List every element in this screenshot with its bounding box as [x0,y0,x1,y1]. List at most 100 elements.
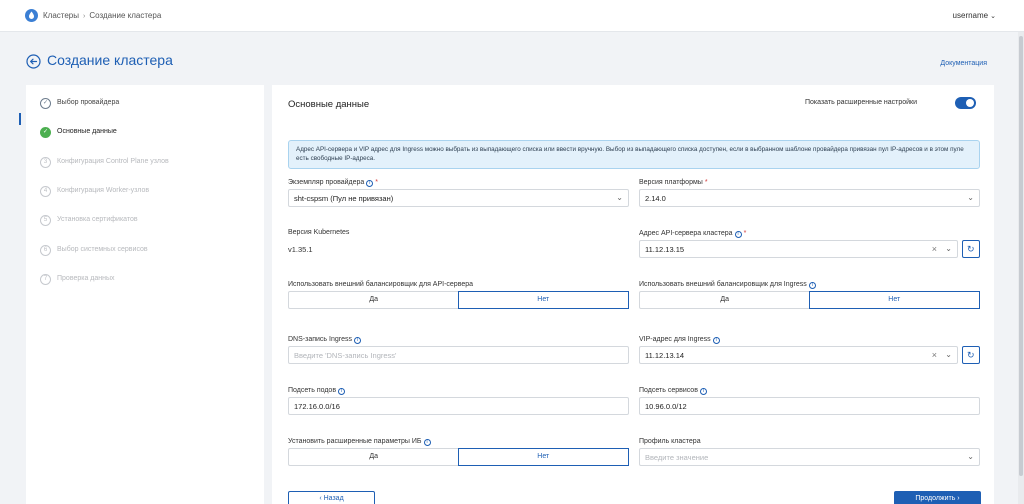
page-title: Создание кластера [47,52,173,68]
cluster-profile-select[interactable]: Введите значение ⌄ [639,448,980,466]
info-icon[interactable]: i [808,282,816,289]
chevron-down-icon: ⌄ [990,13,996,20]
step-label: Основные данные [57,128,117,135]
ext-balancer-api-switch[interactable]: Да Нет [288,291,629,309]
ext-balancer-api-label: Использовать внешний балансировщик для A… [288,281,474,288]
info-icon[interactable]: i [353,337,361,344]
clear-icon[interactable]: × [932,244,937,254]
form-panel: Основные данные Показать расширенные нас… [272,85,994,504]
step-label: Выбор провайдера [57,99,120,106]
required-mark: * [375,179,379,186]
info-icon[interactable]: i [699,388,707,395]
label-text: Использовать внешний балансировщик для I… [639,281,807,288]
required-mark: * [704,179,708,186]
label-text: DNS-запись Ingress [288,336,352,343]
breadcrumb-clusters[interactable]: Кластеры [43,11,79,20]
check-icon: ✓ [40,98,51,109]
select-placeholder: Введите значение [645,453,709,462]
page-scrollbar[interactable] [1018,32,1024,504]
option-no[interactable]: Нет [808,291,980,309]
provider-instance-label: Экземпляр провайдера i * [288,179,378,187]
info-icon[interactable]: i [734,231,742,238]
label-text: Адрес API-сервера кластера [639,230,733,237]
option-no[interactable]: Нет [457,291,629,309]
info-icon[interactable]: i [366,180,374,187]
documentation-link[interactable]: Документация [940,60,987,67]
step-number: 6 [40,245,51,256]
label-text: Экземпляр провайдера [288,179,365,186]
label-text: VIP-адрес для Ingress [639,336,711,343]
label-text: Подсеть подов [288,387,337,394]
dns-ingress-label: DNS-запись Ingress i [288,336,361,344]
step-connector [19,113,21,125]
check-icon: ✓ [40,127,51,138]
advanced-settings-toggle[interactable] [955,97,976,109]
refresh-icon: ↻ [967,244,975,254]
username: username [952,11,989,20]
combobox-value: 11.12.13.14 [645,351,685,360]
services-subnet-label: Подсеть сервисов i [639,387,707,395]
info-banner: Адрес API-сервера и VIP адрес для Ingres… [288,140,980,169]
breadcrumb: Кластеры › Создание кластера [43,11,161,20]
platform-version-label: Версия платформы * [639,179,708,186]
ext-balancer-ingress-switch[interactable]: Да Нет [639,291,980,309]
required-mark: * [743,230,747,237]
back-arrow-icon[interactable] [26,54,41,69]
refresh-vip-button[interactable]: ↻ [962,346,980,364]
user-menu[interactable]: username ⌄ [953,11,996,20]
info-icon[interactable]: i [423,439,431,446]
info-icon[interactable]: i [338,388,346,395]
top-bar: Кластеры › Создание кластера username ⌄ [0,0,1024,32]
chevron-right-icon: › [83,13,86,20]
combobox-value: 11.12.13.15 [645,245,685,254]
label-text: Подсеть сервисов [639,387,698,394]
drop-logo-icon[interactable] [25,9,38,22]
clear-icon[interactable]: × [932,350,937,360]
scrollbar-thumb[interactable] [1019,36,1023,476]
pods-subnet-label: Подсеть подов i [288,387,346,395]
provider-instance-select[interactable]: sht-cspsm (Пул не привязан) ⌄ [288,189,629,207]
chevron-down-icon[interactable]: ⌄ [945,244,952,253]
advanced-settings-label: Показать расширенные настройки [805,99,918,106]
continue-button[interactable]: Продолжить › [894,491,981,504]
select-value: sht-cspsm (Пул не привязан) [294,194,394,203]
label-text: Установить расширенные параметры ИБ [288,438,422,445]
api-address-combobox[interactable]: 11.12.13.15 × ⌄ [639,240,958,258]
refresh-api-address-button[interactable]: ↻ [962,240,980,258]
pods-subnet-input[interactable]: 172.16.0.0/16 [288,397,629,415]
step-number: 7 [40,274,51,285]
vip-ingress-label: VIP-адрес для Ingress i [639,336,720,344]
step-number: 4 [40,186,51,197]
input-value: 172.16.0.0/16 [294,402,340,411]
back-button[interactable]: ‹ Назад [288,491,375,504]
step-number: 5 [40,215,51,226]
step-label: Установка сертификатов [57,216,138,223]
k8s-version-value: v1.35.1 [288,245,313,254]
step-label: Выбор системных сервисов [57,246,148,253]
label-text: Версия платформы [639,179,703,186]
chevron-down-icon: ⌄ [967,452,974,461]
extended-ib-switch[interactable]: Да Нет [288,448,629,466]
info-icon[interactable]: i [712,337,720,344]
cluster-profile-label: Профиль кластера [639,438,701,445]
platform-version-select[interactable]: 2.14.0 ⌄ [639,189,980,207]
step-number: 3 [40,157,51,168]
dns-ingress-input[interactable]: Введите 'DNS-запись Ingress' [288,346,629,364]
chevron-down-icon[interactable]: ⌄ [945,350,952,359]
refresh-icon: ↻ [967,350,975,360]
chevron-down-icon: ⌄ [967,193,974,202]
option-yes[interactable]: Да [640,292,810,308]
input-placeholder: Введите 'DNS-запись Ingress' [294,351,397,360]
breadcrumb-current: Создание кластера [89,11,162,20]
api-address-label: Адрес API-сервера кластера i * [639,230,746,238]
steps-panel [26,85,264,504]
option-yes[interactable]: Да [289,292,459,308]
services-subnet-input[interactable]: 10.96.0.0/12 [639,397,980,415]
option-yes[interactable]: Да [289,449,459,465]
ext-balancer-ingress-label: Использовать внешний балансировщик для I… [639,281,816,289]
option-no[interactable]: Нет [457,448,629,466]
step-label: Конфигурация Control Plane узлов [57,158,169,165]
vip-ingress-combobox[interactable]: 11.12.13.14 × ⌄ [639,346,958,364]
step-label: Проверка данных [57,275,115,282]
input-value: 10.96.0.0/12 [645,402,687,411]
